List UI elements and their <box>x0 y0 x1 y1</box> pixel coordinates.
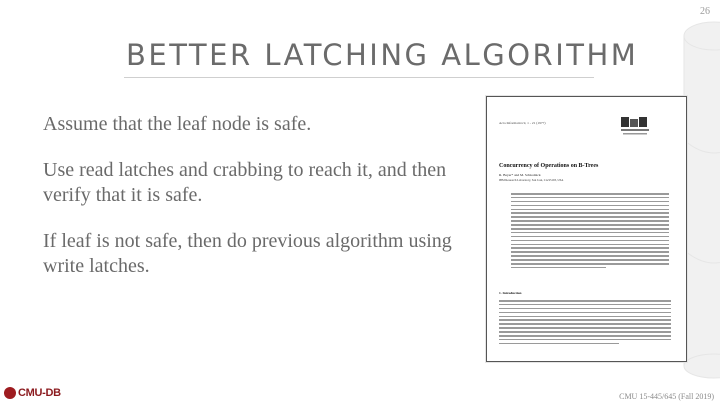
title-divider <box>124 77 594 78</box>
cmu-db-logo-text: CMU-DB <box>18 387 61 399</box>
paper-body-text <box>499 300 671 347</box>
paper-title: Concurrency of Operations on B-Trees <box>499 163 599 169</box>
paper-thumbnail: Acta Informatica 9, 1 - 21 (1977) Concur… <box>486 96 687 362</box>
journal-logo-icon <box>621 117 649 135</box>
bullet-item: If leaf is not safe, then do previous al… <box>43 230 452 277</box>
bullet-item: Assume that the leaf node is safe. <box>43 113 312 135</box>
slide-title: BETTER LATCHING ALGORITHM <box>126 38 639 72</box>
paper-abstract <box>511 193 669 271</box>
bullet-list: Assume that the leaf node is safe. Use r… <box>43 112 453 300</box>
paper-header: Acta Informatica 9, 1 - 21 (1977) <box>499 121 546 125</box>
cmu-db-logo-icon <box>4 387 16 399</box>
paper-affiliation: IBM Research Laboratory, San José, CA 95… <box>499 178 564 182</box>
paper-section-heading: 1. Introduction <box>499 291 522 295</box>
paper-authors: R. Bayer* and M. Schkolnick <box>499 173 541 177</box>
cmu-db-logo: CMU-DB <box>4 386 61 400</box>
slide-number: 26 <box>700 6 710 17</box>
course-footer: CMU 15-445/645 (Fall 2019) <box>619 392 714 401</box>
bullet-item: Use read latches and crabbing to reach i… <box>43 159 447 206</box>
